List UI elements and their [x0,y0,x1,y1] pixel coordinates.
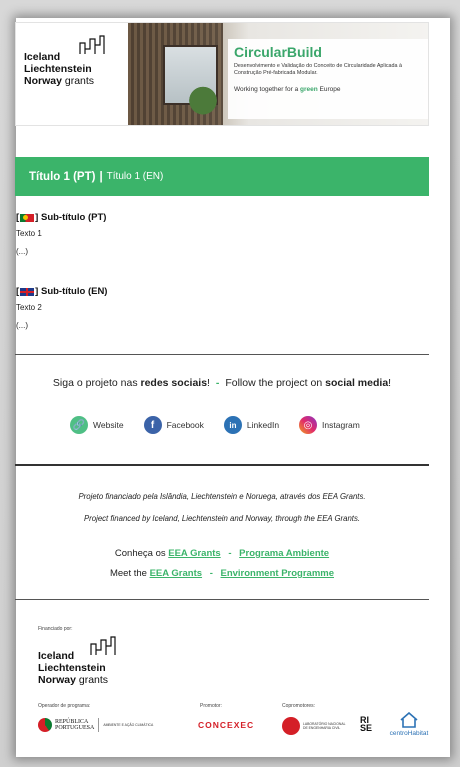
social-dash: - [215,377,220,389]
financing-pt: Projeto financiado pela Islândia, Liecht… [78,492,366,501]
social-pt-bold: redes sociais [140,377,208,389]
programa-ambiente-link[interactable]: Programa Ambiente [239,548,329,559]
title-separator: | [99,170,103,183]
republica-portuguesa-logo: REPÚBLICA PORTUGUESA AMBIENTE E AÇÃO CLI… [38,718,153,732]
section-en-heading: [] Sub-título (EN) [16,286,107,297]
eea-line-iceland: Iceland [24,51,61,63]
linkedin-label: LinkedIn [246,420,280,430]
bracket-close: ] [35,286,39,297]
section-en-text: Texto 2 [16,303,42,312]
footer-eea-iceland: Iceland [38,650,75,662]
website-link[interactable]: 🔗 Website [70,416,124,434]
divider-2 [15,464,429,466]
instagram-icon: ◎ [299,416,318,434]
uk-flag-icon [20,287,35,296]
footer-eea-logo: Iceland Liechtenstein Norway grants [38,636,148,690]
eea-line-grants: grants [64,75,95,87]
eea-grants-link-en[interactable]: EEA Grants [150,568,202,579]
circularbuild-title: CircularBuild [234,44,322,60]
social-en-bold: social media [325,377,389,389]
social-links: 🔗 Website f Facebook in LinkedIn ◎ Insta… [70,414,400,436]
website-label: Website [93,420,124,430]
section-pt-ellipsis: (...) [16,247,28,256]
republica-line2: PORTUGUESA [55,725,95,731]
rise-logo: RI SE [360,715,373,733]
divider-1 [15,354,429,355]
section-pt-heading: [] Sub-título (PT) [16,212,106,223]
lnec-line2: DE ENGENHARIA CIVIL [303,726,341,730]
title-en: Título 1 (EN) [106,171,164,182]
bracket-close: ] [35,212,39,223]
know-more-dash: - [228,548,232,559]
facebook-icon: f [143,416,162,434]
linkedin-icon: in [223,416,242,434]
social-pt-pre: Siga o projeto nas [52,377,138,389]
concexec-logo: CONCEXEC [198,720,255,730]
photo-plant [188,83,218,125]
footer-eea-grants: grants [78,674,109,686]
centrohabitat-logo: centroHabitat [386,711,432,737]
circularbuild-tagline: Working together for a green Europe [234,86,422,93]
social-pt-post: ! [207,377,210,389]
footer-eea-norway: Norway [38,674,76,686]
section-pt-text: Texto 1 [16,229,42,238]
instagram-label: Instagram [322,420,360,430]
financed-by-label: Financiado por: [38,626,73,632]
banner-photo: CircularBuild Desenvolvimento e Validaçã… [128,23,428,125]
section-en-ellipsis: (...) [16,321,28,330]
tagline-green: green [300,86,318,93]
title-pt: Título 1 (PT) [29,170,96,183]
social-en-pre: Follow the project on [225,377,323,389]
bracket-open: [ [16,212,20,223]
know-more-en-pre: Meet the [109,568,147,579]
title-bar: Título 1 (PT) | Título 1 (EN) [15,157,429,196]
know-more-dash: - [209,568,213,579]
instagram-link[interactable]: ◎ Instagram [299,416,360,434]
financing-en: Project financed by Iceland, Liechtenste… [83,514,361,523]
divider-3 [15,599,429,600]
linkedin-link[interactable]: in LinkedIn [223,416,280,434]
section-en: [] Sub-título (EN) Texto 2 (...) [16,286,107,330]
header-banner: Iceland Liechtenstein Norway grants Circ… [15,22,429,126]
circularbuild-panel: CircularBuild Desenvolvimento e Validaçã… [228,39,428,119]
portugal-flag-icon [20,213,35,222]
link-icon: 🔗 [70,416,88,434]
eea-grants-link-pt[interactable]: EEA Grants [168,548,220,559]
promoter-label: Promotor: [200,703,222,709]
circularbuild-subtitle: Desenvolvimento e Validação do Conceito … [234,63,403,76]
subtitle-en: Sub-título (EN) [40,286,108,297]
environment-programme-link[interactable]: Environment Programme [221,568,335,579]
social-en-post: ! [388,377,392,389]
copromoters-label: Copromotores: [282,703,316,709]
tagline-pre: Working together for a [234,86,299,93]
know-more-pt-pre: Conheça os [114,548,166,559]
eea-grants-logo: Iceland Liechtenstein Norway grants [24,35,134,101]
ambiente-label: AMBIENTE E AÇÃO CLIMÁTICA [103,723,154,727]
section-pt: [] Sub-título (PT) Texto 1 (...) [16,212,106,256]
subtitle-pt: Sub-título (PT) [40,212,107,223]
facebook-link[interactable]: f Facebook [143,416,204,434]
footer-eea-liechtenstein: Liechtenstein [38,662,106,674]
social-invite: Siga o projeto nas redes sociais! - Foll… [15,377,429,389]
lnec-emblem-icon [282,717,300,735]
tagline-post: Europe [319,86,341,93]
lnec-logo: LABORATÓRIO NACIONAL DE ENGENHARIA CIVIL [282,717,346,735]
know-more-pt: Conheça os EEA Grants - Programa Ambient… [15,548,429,559]
eea-line-norway: Norway [24,75,62,87]
house-icon [400,711,418,728]
centrohabitat-label: centroHabitat [389,730,429,737]
eea-line-liechtenstein: Liechtenstein [24,63,92,75]
operator-label: Operador de programa: [38,703,91,709]
facebook-label: Facebook [166,420,204,430]
portugal-emblem-icon [38,718,52,732]
know-more-en: Meet the EEA Grants - Environment Progra… [15,568,429,579]
bracket-open: [ [16,286,20,297]
